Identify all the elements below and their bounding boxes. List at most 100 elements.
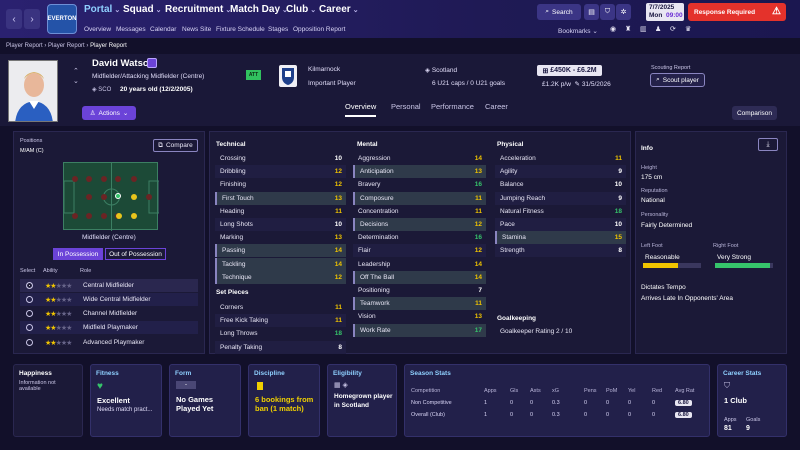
- menu-squad[interactable]: Squad ⌄: [123, 4, 161, 15]
- attribute-row[interactable]: Free Kick Taking 11: [215, 314, 346, 328]
- position-dot[interactable]: [86, 176, 92, 182]
- menu-portal[interactable]: Portal ⌄: [84, 4, 120, 15]
- attribute-row[interactable]: Flair 12: [353, 244, 486, 258]
- in-possession-tab[interactable]: In Possession: [53, 248, 103, 260]
- fitness-card[interactable]: Fitness ♥ Excellent Needs match pract...: [90, 364, 162, 437]
- attribute-row[interactable]: Tackling 14: [215, 257, 346, 271]
- radio[interactable]: [26, 324, 33, 331]
- attribute-row[interactable]: Long Shots 10: [215, 218, 346, 231]
- role-row[interactable]: ★★★★★ Advanced Playmaker: [20, 336, 198, 349]
- attribute-row[interactable]: Bravery 16: [353, 178, 486, 191]
- position-dot[interactable]: [86, 213, 92, 219]
- eligibility-card[interactable]: Eligibility ▦ ◈ Homegrown player in Scot…: [327, 364, 397, 437]
- scout-player-button[interactable]: ⌕ Scout player: [650, 73, 705, 87]
- attribute-row[interactable]: Heading 11: [215, 205, 346, 218]
- menu-recruitment[interactable]: Recruitment ⌄: [165, 4, 231, 15]
- comparison-button[interactable]: Comparison: [732, 106, 777, 120]
- club-logo-icon[interactable]: [279, 65, 297, 87]
- menu-club[interactable]: Club ⌄: [286, 4, 316, 15]
- career-stats-card[interactable]: Career Stats ⛉ 1 Club Apps Goals 81 9: [717, 364, 787, 437]
- breadcrumb-item[interactable]: Player Report: [48, 43, 85, 49]
- forward-button[interactable]: ›: [24, 9, 40, 29]
- attribute-row[interactable]: Penalty Taking 8: [215, 340, 346, 354]
- tab-overview[interactable]: Overview: [345, 102, 377, 117]
- attribute-row[interactable]: Jumping Reach 9: [495, 191, 626, 205]
- attribute-row[interactable]: Stamina 15: [495, 231, 626, 245]
- attribute-row[interactable]: Determination 16: [353, 231, 486, 244]
- attribute-row[interactable]: Passing 14: [215, 244, 346, 258]
- prev-player-button[interactable]: ⌃: [73, 67, 79, 75]
- role-row[interactable]: ★★★★★ Channel Midfielder: [20, 307, 198, 320]
- actions-button[interactable]: ♙ Actions ⌄: [82, 106, 136, 120]
- attribute-row[interactable]: Off The Ball 14: [353, 270, 486, 284]
- response-required-button[interactable]: Response Required ⚠: [688, 3, 786, 21]
- attribute-row[interactable]: Agility 9: [495, 165, 626, 179]
- club-name[interactable]: Kilmarnock: [308, 66, 340, 73]
- discipline-card[interactable]: Discipline 6 bookings from ban (1 match): [248, 364, 320, 437]
- download-button[interactable]: ⤓: [758, 138, 778, 151]
- attribute-row[interactable]: Dribbling 12: [215, 165, 346, 179]
- attribute-row[interactable]: Strength 8: [495, 244, 626, 258]
- position-dot[interactable]: [72, 213, 78, 219]
- attribute-row[interactable]: Vision 13: [353, 310, 486, 323]
- position-dot[interactable]: [116, 213, 122, 219]
- shirt-icon[interactable]: ♜: [625, 25, 631, 33]
- role-row[interactable]: ★★★★★ Wide Central Midfielder: [20, 293, 198, 306]
- radio-selected[interactable]: [26, 282, 33, 289]
- compare-button[interactable]: ⧉ Compare: [153, 139, 198, 152]
- attribute-row[interactable]: Decisions 12: [353, 218, 486, 231]
- attribute-row[interactable]: Concentration 11: [353, 205, 486, 218]
- shield-button[interactable]: ⛉: [600, 4, 615, 20]
- attribute-row[interactable]: Marking 13: [215, 231, 346, 244]
- attribute-row[interactable]: Natural Fitness 18: [495, 205, 626, 218]
- radio[interactable]: [26, 339, 33, 346]
- position-dot[interactable]: [101, 213, 107, 219]
- out-of-possession-tab[interactable]: Out of Possession: [105, 248, 166, 260]
- position-dot[interactable]: [101, 176, 107, 182]
- role-row[interactable]: ★★★★★ Central Midfielder: [20, 279, 198, 292]
- people-icon[interactable]: ♟: [655, 25, 661, 33]
- form-card[interactable]: Form - No Games Played Yet: [169, 364, 241, 437]
- back-button[interactable]: ‹: [6, 9, 22, 29]
- submenu-fixture-schedule[interactable]: Fixture Schedule: [216, 26, 265, 33]
- attribute-row[interactable]: Acceleration 11: [495, 152, 626, 165]
- attribute-row[interactable]: Composure 11: [353, 191, 486, 205]
- position-dot[interactable]: [115, 176, 121, 182]
- attribute-row[interactable]: Corners 11: [215, 301, 346, 314]
- player-status-icon[interactable]: [147, 58, 157, 68]
- role-row[interactable]: ★★★★★ Midfield Playmaker: [20, 321, 198, 334]
- attribute-row[interactable]: Leadership 14: [353, 258, 486, 271]
- menu-match-day[interactable]: Match Day ⌄: [230, 4, 288, 15]
- settings-button[interactable]: ✲: [616, 4, 631, 20]
- club-crest[interactable]: EVERTON: [47, 4, 77, 34]
- position-dot[interactable]: [72, 176, 78, 182]
- tab-career[interactable]: Career: [485, 102, 508, 111]
- breadcrumb-item[interactable]: Player Report: [6, 43, 43, 49]
- bookmarks-dropdown[interactable]: Bookmarks ⌄: [558, 27, 598, 35]
- attribute-row[interactable]: Technique 12: [215, 270, 346, 284]
- position-dot-selected[interactable]: [115, 193, 121, 199]
- search-button[interactable]: ⌕ Search: [537, 4, 581, 20]
- position-dot[interactable]: [131, 176, 137, 182]
- attribute-row[interactable]: Aggression 14: [353, 152, 486, 165]
- attribute-row[interactable]: Work Rate 17: [353, 323, 486, 337]
- position-pitch[interactable]: [63, 162, 159, 231]
- position-dot[interactable]: [131, 194, 137, 200]
- attribute-row[interactable]: Positioning 7: [353, 284, 486, 297]
- chat-icon[interactable]: ◉: [610, 25, 616, 33]
- submenu-calendar[interactable]: Calendar: [150, 26, 176, 33]
- attribute-row[interactable]: Teamwork 11: [353, 297, 486, 311]
- attribute-row[interactable]: Long Throws 18: [215, 327, 346, 340]
- submenu-opposition-report[interactable]: Opposition Report: [293, 26, 345, 33]
- attribute-row[interactable]: First Touch 13: [215, 191, 346, 205]
- next-player-button[interactable]: ⌄: [73, 77, 79, 85]
- tab-performance[interactable]: Performance: [431, 102, 474, 111]
- happiness-card[interactable]: Happiness Information not available: [13, 364, 83, 437]
- radio[interactable]: [26, 310, 33, 317]
- date-time-display[interactable]: 7/7/2025 Mon 09:00: [646, 3, 684, 21]
- attribute-row[interactable]: Crossing 10: [215, 152, 346, 165]
- menu-career[interactable]: Career ⌄: [319, 4, 359, 15]
- submenu-overview[interactable]: Overview: [84, 26, 111, 33]
- attribute-row[interactable]: Anticipation 13: [353, 165, 486, 179]
- trophy-icon[interactable]: ♛: [685, 25, 691, 33]
